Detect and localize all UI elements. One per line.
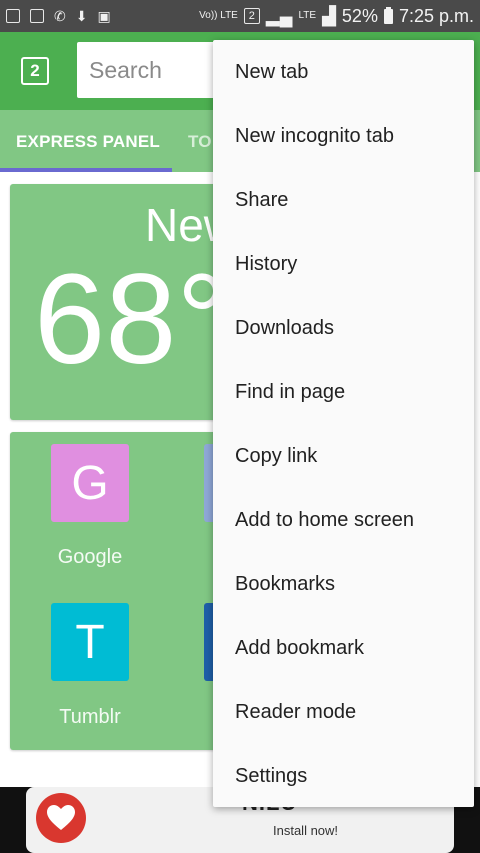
tab-express-panel[interactable]: EXPRESS PANEL (16, 132, 160, 152)
heart-icon (47, 805, 75, 830)
phone-icon: ✆ (54, 7, 66, 24)
install-now-link[interactable]: Install now! (273, 823, 338, 838)
weather-temperature: 68° (34, 248, 228, 391)
tumblr-tile-letter: T (75, 615, 105, 669)
menu-downloads[interactable]: Downloads (235, 317, 334, 340)
tab-next[interactable]: TO (188, 132, 212, 152)
clock: 7:25 p.m. (398, 5, 474, 26)
speed-dial-label[interactable]: Google (30, 546, 150, 569)
clipboard-icon: ▣ (97, 7, 111, 24)
menu-bookmarks[interactable]: Bookmarks (235, 573, 335, 596)
network-type: LTE (298, 10, 317, 21)
image-icon (30, 9, 44, 23)
menu-reader-mode[interactable]: Reader mode (235, 701, 356, 724)
speed-dial-grid: G Google T Tumblr (10, 432, 240, 750)
battery-percent: 52% (341, 5, 378, 26)
heart-logo-icon[interactable] (36, 793, 86, 843)
battery-icon (383, 6, 393, 24)
menu-new-incognito-tab[interactable]: New incognito tab (235, 125, 394, 148)
menu-add-to-home-screen[interactable]: Add to home screen (235, 509, 414, 532)
speed-dial-tumblr[interactable]: T (51, 603, 129, 681)
status-bar: ✆ ⬇ ▣ Vo)) LTE 2 ▂▄ LTE ▟ 52% 7:25 p.m. (0, 0, 480, 32)
menu-history[interactable]: History (235, 253, 297, 276)
signal-icon: ▂▄ (265, 5, 293, 26)
menu-copy-link[interactable]: Copy link (235, 445, 317, 468)
n-icon (6, 9, 20, 23)
overflow-menu: New tab New incognito tab Share History … (213, 40, 474, 807)
menu-new-tab[interactable]: New tab (235, 61, 308, 84)
speed-dial-label[interactable]: Tumblr (30, 706, 150, 729)
speed-dial-google[interactable]: G (51, 444, 129, 522)
weather-card[interactable]: New 68° (10, 184, 240, 420)
download-icon: ⬇ (75, 7, 88, 24)
menu-settings[interactable]: Settings (235, 765, 307, 788)
menu-add-bookmark[interactable]: Add bookmark (235, 637, 364, 660)
signal-strength-icon: ▟ (322, 5, 336, 26)
sim-icon: 2 (243, 8, 260, 24)
menu-find-in-page[interactable]: Find in page (235, 381, 345, 404)
volte-indicator: Vo)) LTE (199, 10, 238, 21)
tab-switcher-button[interactable]: 2 (21, 57, 49, 85)
menu-share[interactable]: Share (235, 189, 288, 212)
google-tile-letter: G (71, 456, 109, 510)
